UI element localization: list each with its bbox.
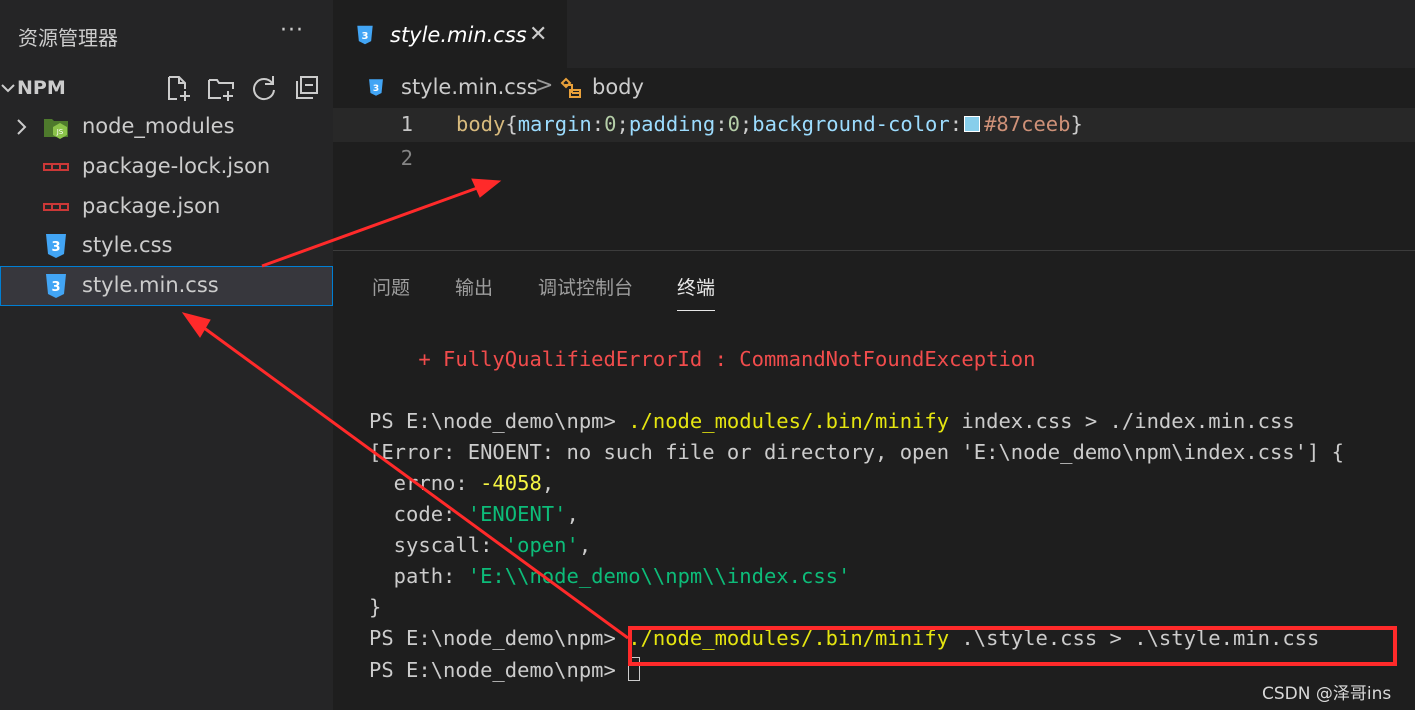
chevron-down-icon (1, 84, 15, 93)
css3-icon: 3 (357, 25, 373, 45)
svg-text:JS: JS (56, 128, 64, 136)
watermark: CSDN @泽哥ins (1262, 684, 1392, 704)
tree-item-label: style.css (82, 233, 173, 257)
svg-text:3: 3 (51, 280, 60, 295)
tree-item-label: style.min.css (82, 273, 219, 297)
terminal-path: path: 'E:\\node_demo\\npm\\index.css' (369, 564, 851, 588)
npm-icon (43, 203, 69, 211)
breadcrumb-separator: > (535, 73, 554, 98)
tree-item-style-min-css[interactable]: 3 style.min.css (0, 266, 333, 306)
editor-tab-bar: 3 style.min.css ✕ (333, 0, 1415, 68)
breadcrumb-symbol[interactable]: body (592, 75, 644, 99)
tab-terminal[interactable]: 终端 (677, 273, 716, 311)
tree-item-label: package.json (82, 194, 221, 218)
tab-debug-console[interactable]: 调试控制台 (538, 273, 633, 300)
terminal-command-line: PS E:\node_demo\npm> ./node_modules/.bin… (369, 409, 1295, 433)
collapse-all-icon[interactable] (292, 73, 322, 103)
tree-item-label: package-lock.json (82, 154, 271, 178)
css-selector-symbol-icon (560, 77, 581, 98)
svg-text:3: 3 (373, 84, 379, 94)
line-number: 2 (400, 146, 413, 170)
new-folder-icon[interactable] (206, 73, 236, 103)
css3-icon: 3 (369, 79, 383, 96)
tree-item-style-css[interactable]: 3 style.css (0, 226, 333, 266)
terminal-code: code: 'ENOENT', (369, 502, 579, 526)
explorer-sidebar: 资源管理器 ··· NPM JS node_modules package-lo… (0, 0, 333, 710)
highlight-box (628, 626, 1397, 666)
more-actions-button[interactable]: ··· (280, 18, 304, 43)
css3-icon: 3 (46, 234, 66, 258)
code-editor[interactable]: 1 body{margin:0;padding:0;background-col… (333, 108, 1415, 250)
code-text: body{margin:0;padding:0;background-color… (456, 112, 1083, 136)
tree-item-package-lock-json[interactable]: package-lock.json (0, 147, 333, 187)
refresh-icon[interactable] (249, 73, 279, 103)
tree-item-label: node_modules (82, 114, 235, 138)
terminal-error-close: } (369, 595, 382, 619)
line-number: 1 (400, 112, 413, 136)
breadcrumb: 3 style.min.css > body (333, 68, 1415, 108)
tab-problems[interactable]: 问题 (372, 273, 410, 300)
terminal-prompt-line: PS E:\node_demo\npm> (369, 657, 641, 682)
svg-text:3: 3 (51, 240, 60, 255)
chevron-right-icon (17, 119, 27, 135)
tree-item-package-json[interactable]: package.json (0, 187, 333, 227)
explorer-title: 资源管理器 (18, 26, 118, 50)
close-tab-icon[interactable]: ✕ (529, 22, 547, 47)
new-file-icon[interactable] (163, 73, 193, 103)
color-swatch[interactable] (964, 116, 981, 132)
terminal-syscall: syscall: 'open', (369, 533, 592, 557)
tab-label: style.min.css (390, 23, 527, 47)
terminal-error-open: [Error: ENOENT: no such file or director… (369, 440, 1345, 464)
svg-text:3: 3 (362, 31, 369, 42)
folder-name: NPM (17, 77, 66, 99)
tab-output[interactable]: 输出 (455, 273, 493, 300)
terminal-error-line: + FullyQualifiedErrorId : CommandNotFoun… (369, 347, 1036, 371)
code-line-1: 1 body{margin:0;padding:0;background-col… (333, 108, 1415, 142)
code-line-2: 2 (333, 142, 1415, 176)
terminal-errno: errno: -4058, (369, 471, 555, 495)
npm-icon (43, 163, 69, 171)
folder-section-header[interactable]: NPM (0, 70, 333, 106)
css3-icon: 3 (46, 274, 66, 298)
tree-item-node-modules[interactable]: JS node_modules (0, 107, 333, 147)
breadcrumb-file[interactable]: style.min.css (401, 75, 538, 99)
nodejs-folder-icon: JS (44, 119, 68, 139)
tab-style-min-css[interactable]: 3 style.min.css ✕ (333, 0, 567, 68)
explorer-header: 资源管理器 ··· (0, 0, 333, 70)
